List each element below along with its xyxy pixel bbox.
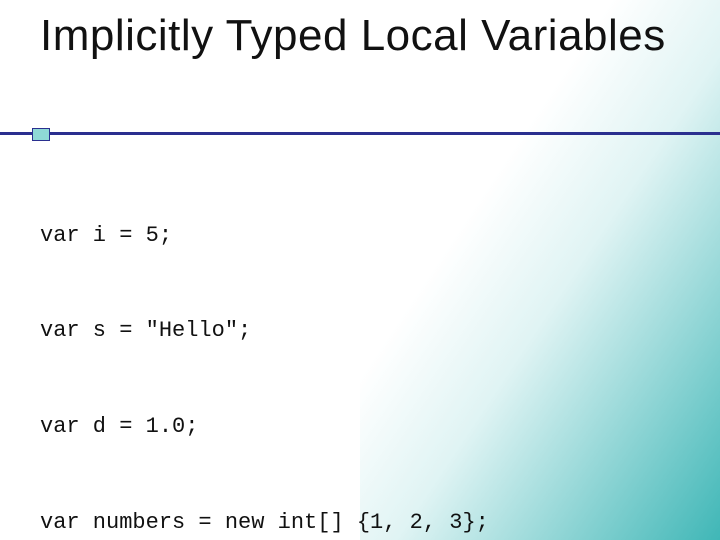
code-line: var s = "Hello";	[40, 315, 581, 347]
code-line: var numbers = new int[] {1, 2, 3};	[40, 507, 581, 539]
slide: Implicitly Typed Local Variables var i =…	[0, 0, 720, 540]
code-line: var d = 1.0;	[40, 411, 581, 443]
underline-accent-box	[32, 128, 50, 141]
underline-line	[0, 132, 720, 135]
code-line: var i = 5;	[40, 220, 581, 252]
code-block: var i = 5; var s = "Hello"; var d = 1.0;…	[40, 156, 581, 540]
slide-title: Implicitly Typed Local Variables	[40, 12, 680, 60]
title-underline	[0, 128, 720, 140]
